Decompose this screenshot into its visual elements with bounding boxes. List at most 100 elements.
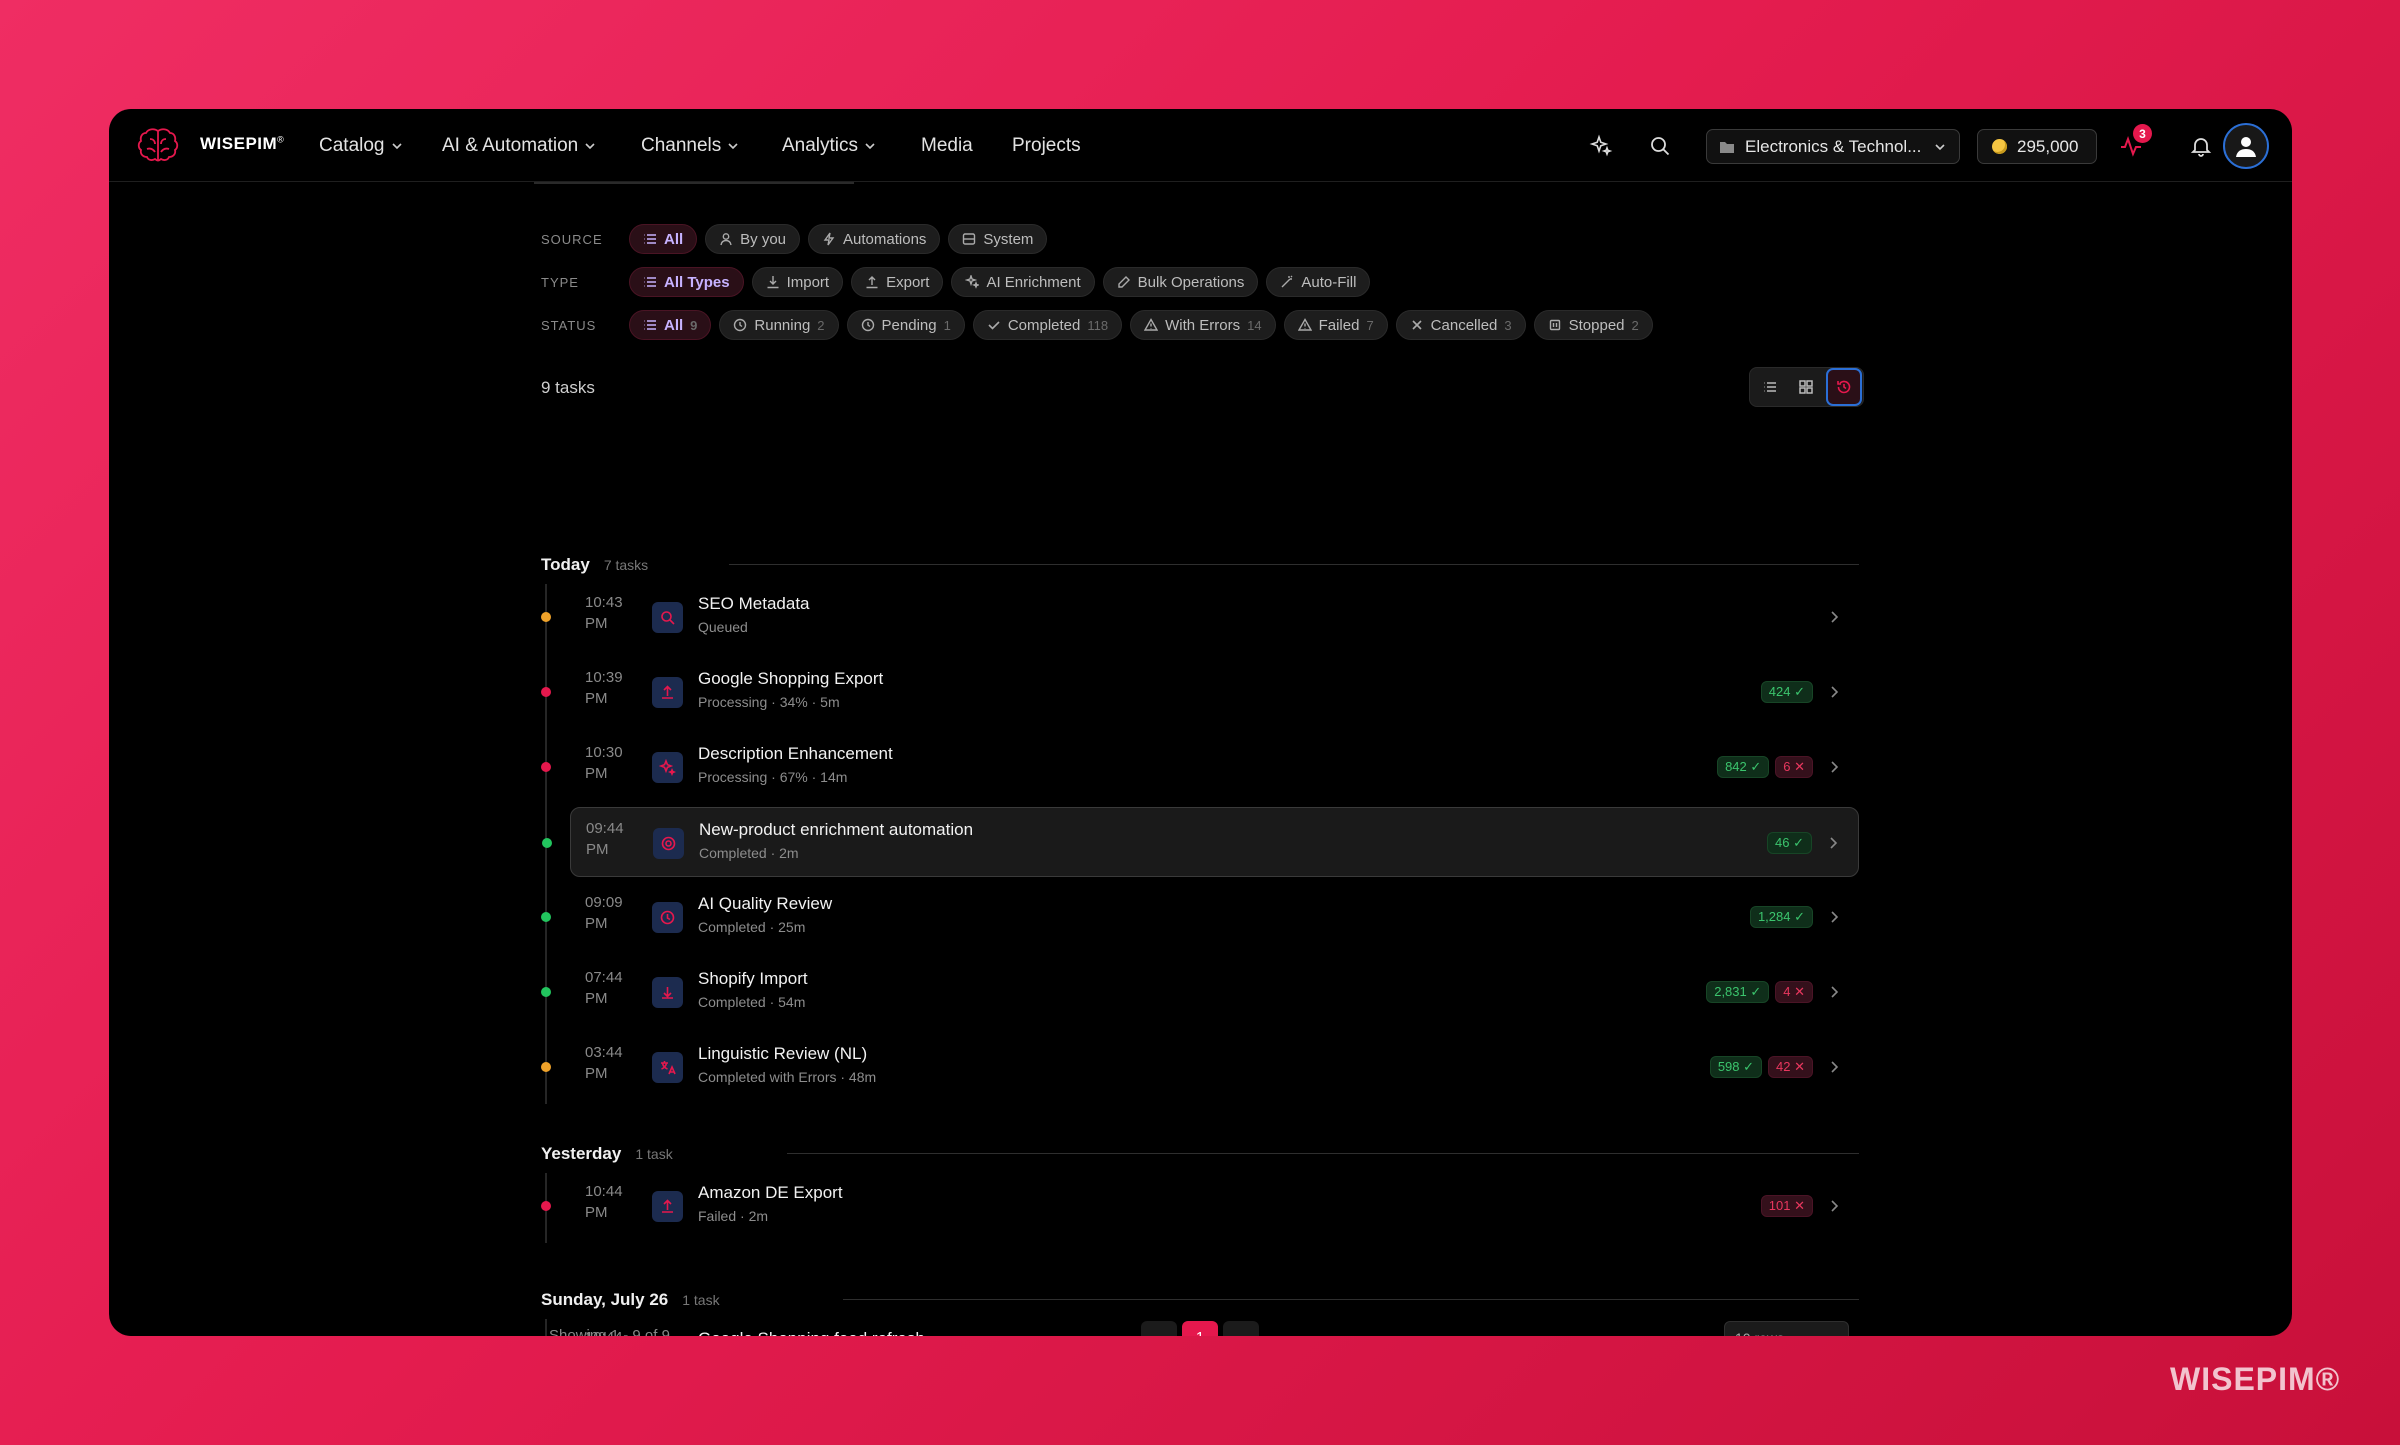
source-chip-automations[interactable]: Automations (808, 224, 941, 254)
timeline-view-button[interactable] (1826, 368, 1862, 406)
upload-icon (652, 1191, 683, 1222)
task-row[interactable]: 07:44 PM Shopify Import Completed · 54m 2,83… (541, 957, 1859, 1027)
chevron-right-icon (1831, 986, 1839, 998)
nav-media[interactable]: Media (921, 109, 973, 182)
type-filter-row: TYPE All Types Import Export AI Enrichme… (541, 267, 1371, 297)
nav-projects[interactable]: Projects (1012, 109, 1081, 182)
notifications-button[interactable] (2186, 131, 2216, 161)
task-time: 09:44 PM (586, 820, 624, 858)
group-divider (729, 564, 1859, 565)
task-name: Google Shopping Export (698, 669, 884, 688)
chevron-right-icon (1831, 1061, 1839, 1073)
workspace-select[interactable]: Electronics & Technol... (1706, 129, 1960, 164)
task-row[interactable]: 09:09 PM AI Quality Review Completed · 25m 1… (541, 882, 1859, 952)
user-avatar[interactable] (2223, 123, 2269, 169)
list-icon (644, 234, 656, 244)
prev-page-button[interactable] (1141, 1321, 1177, 1336)
task-name: Shopify Import (698, 969, 808, 988)
result-pills: 598 ✓ 42 ✕ (1709, 1056, 1813, 1078)
status-chip-cancelled[interactable]: Cancelled 3 (1395, 310, 1526, 340)
status-chip-with-errors[interactable]: With Errors 14 (1130, 310, 1276, 340)
task-time: 07:44 PM (585, 969, 623, 1007)
status-chip-failed[interactable]: Failed 7 (1283, 310, 1388, 340)
source-label: SOURCE (541, 231, 603, 247)
group-divider (843, 1299, 1859, 1300)
source-chip-by-you[interactable]: By you (705, 224, 801, 254)
type-chip-all-types[interactable]: All Types (629, 267, 744, 297)
task-name: Description Enhancement (698, 744, 893, 763)
brain-logo-icon (137, 128, 179, 162)
coin-icon (1992, 139, 2007, 154)
nav-ai-automation[interactable]: AI & Automation (442, 109, 597, 182)
task-row[interactable]: 10:39 PM Google Shopping Export Processing … (541, 657, 1859, 727)
result-pills: 1,284 ✓ (1749, 906, 1813, 928)
status-chip-all[interactable]: All 9 (629, 310, 712, 340)
download-icon (767, 276, 779, 289)
chevron-down-icon (728, 142, 738, 149)
error-count-badge: 42 ✕ (1768, 1056, 1813, 1078)
page-1-button[interactable]: 1 (1182, 1321, 1218, 1336)
list-icon (644, 277, 656, 287)
upload-icon (866, 276, 878, 289)
task-row[interactable]: 10:30 PM Description Enhancement Processing… (541, 732, 1859, 802)
edit-icon (1117, 276, 1130, 288)
source-chip-system[interactable]: System (948, 224, 1048, 254)
status-chip-completed[interactable]: Completed 118 (972, 310, 1123, 340)
type-chip-ai-enrichment[interactable]: AI Enrichment (951, 267, 1095, 297)
gear-icon (653, 828, 684, 859)
task-status-text: Queued (698, 619, 748, 635)
next-page-button[interactable] (1223, 1321, 1259, 1336)
brand-name[interactable]: WISEPIM® (200, 134, 284, 154)
status-chip-stopped[interactable]: Stopped 2 (1533, 310, 1653, 340)
nav-analytics[interactable]: Analytics (782, 109, 877, 182)
success-count-badge: 598 ✓ (1709, 1056, 1763, 1078)
task-status-text: Completed · 54m (698, 994, 806, 1010)
chevron-right-icon (1831, 1200, 1839, 1212)
translate-icon (652, 1052, 683, 1083)
type-chip-import[interactable]: Import (751, 267, 844, 297)
status-dot (541, 1201, 551, 1211)
grid-view-button[interactable] (1788, 368, 1824, 406)
bolt-icon (823, 232, 835, 246)
nav-catalog[interactable]: Catalog (319, 109, 404, 182)
status-chip-running[interactable]: Running 2 (719, 310, 839, 340)
error-count-badge: 101 ✕ (1760, 1195, 1813, 1217)
rows-per-page-select[interactable]: 10 rows (1724, 1321, 1849, 1336)
task-time: 10:39 PM (585, 669, 623, 707)
task-row[interactable]: 10:43 PM SEO Metadata Queued (541, 582, 1859, 652)
group-count: 7 tasks (603, 557, 649, 573)
chevron-right-icon (1831, 611, 1839, 623)
task-count: 9 tasks (541, 378, 595, 397)
ai-sparkle-button[interactable] (1586, 131, 1616, 161)
search-button[interactable] (1645, 131, 1675, 161)
watermark: WISEPIM® (2170, 1361, 2341, 1397)
list-icon (644, 320, 656, 330)
list-view-button[interactable] (1752, 368, 1788, 406)
status-dot (541, 1062, 551, 1072)
pagination-summary: Showing 1 - 9 of 9 (549, 1327, 670, 1336)
credits-display[interactable]: 295,000 (1977, 129, 2097, 164)
chevron-right-icon (1830, 837, 1838, 849)
result-pills: 842 ✓ 6 ✕ (1717, 756, 1813, 778)
status-chip-pending[interactable]: Pending 1 (846, 310, 965, 340)
task-status-text: Processing · 67% · 14m (698, 769, 848, 785)
task-name: AI Quality Review (698, 894, 833, 913)
task-row[interactable]: 09:44 PM New-product enrichment automation… (542, 807, 1859, 877)
type-chip-bulk-operations[interactable]: Bulk Operations (1102, 267, 1259, 297)
type-chip-auto-fill[interactable]: Auto-Fill (1266, 267, 1371, 297)
success-count-badge: 2,831 ✓ (1706, 981, 1770, 1003)
activity-badge: 3 (2133, 124, 2152, 143)
chevron-down-icon (865, 142, 875, 149)
task-time: 10:43 PM (585, 594, 623, 632)
task-time: 10:44PM (585, 1183, 623, 1221)
task-row[interactable]: 10:44 PM Amazon DE Export Failed · 2m 101 ✕ (541, 1171, 1859, 1241)
nav-channels[interactable]: Channels (641, 109, 740, 182)
source-chip-all[interactable]: All (629, 224, 698, 254)
result-pills: 424 ✓ (1760, 681, 1813, 703)
result-pills: 101 ✕ (1760, 1195, 1813, 1217)
task-row[interactable]: 03:44 PM Linguistic Review (NL) Completed w… (541, 1032, 1859, 1102)
source-filter-row: SOURCE All By you Automations System (541, 224, 1048, 254)
success-count-badge: 424 ✓ (1760, 681, 1813, 703)
type-chip-export[interactable]: Export (851, 267, 944, 297)
result-pills: 2,831 ✓ 4 ✕ (1706, 981, 1813, 1003)
